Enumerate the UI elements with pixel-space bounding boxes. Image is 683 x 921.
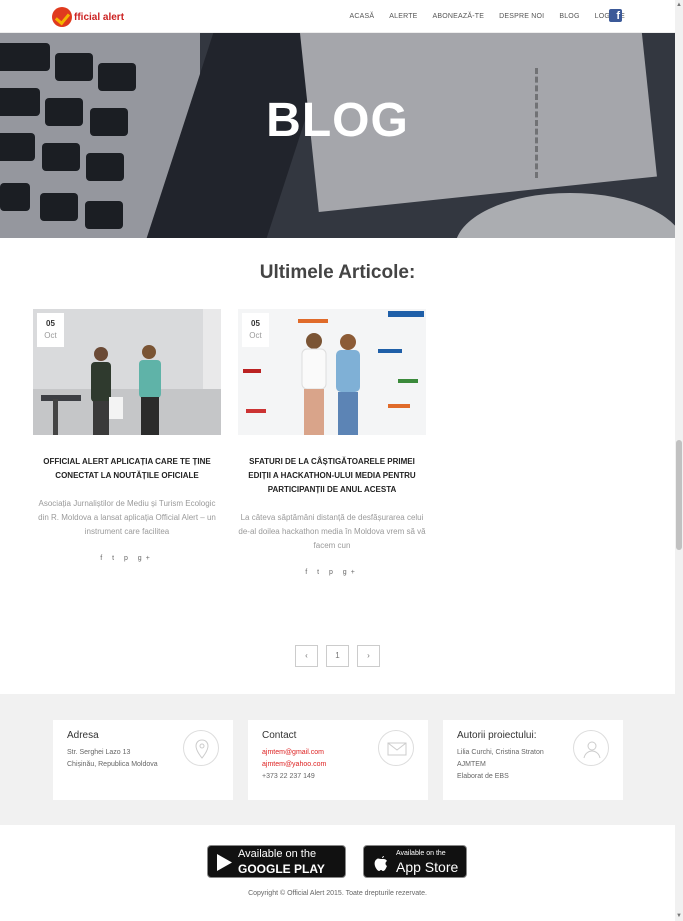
site-header: fficial alert ACASĂ ALERTE ABONEAZĂ-TE D…	[0, 0, 675, 33]
envelope-icon	[378, 730, 414, 766]
facebook-icon[interactable]: f	[609, 9, 622, 22]
share-icons[interactable]: f t p g+	[33, 555, 221, 562]
main-nav: ACASĂ ALERTE ABONEAZĂ-TE DESPRE NOI BLOG…	[335, 0, 626, 33]
logo-mark-icon	[52, 7, 72, 27]
google-play-small-text: Available on the	[238, 848, 317, 860]
app-store-badge[interactable]: Available on the App Store	[363, 845, 467, 878]
article-excerpt: Asociația Jurnaliștilor de Mediu și Turi…	[38, 499, 216, 536]
nav-alerte[interactable]: ALERTE	[389, 13, 417, 20]
google-play-badge[interactable]: Available on the GOOGLE PLAY	[207, 845, 346, 878]
pagination-prev-button[interactable]: ‹	[295, 645, 318, 667]
user-icon	[573, 730, 609, 766]
footer-info: Adresa Str. Serghei Lazo 13 Chișinău, Re…	[0, 694, 675, 825]
copyright-text: Copyright © Official Alert 2015. Toate d…	[248, 890, 427, 897]
hero-banner: BLOG	[0, 33, 675, 238]
section-title: Ultimele Articole:	[259, 262, 416, 283]
page: fficial alert ACASĂ ALERTE ABONEAZĂ-TE D…	[0, 0, 675, 921]
google-play-big-text: GOOGLE PLAY	[238, 862, 325, 876]
article-title[interactable]: OFFICIAL ALERT APLICAȚIA CARE TE ȚINE CO…	[33, 455, 221, 483]
pagination-next-button[interactable]: ›	[357, 645, 380, 667]
article-title[interactable]: SFATURI DE LA CÂȘTIGĂTOARELE PRIMEI EDIȚ…	[238, 455, 426, 497]
date-day: 05	[251, 319, 260, 328]
date-month: Oct	[44, 331, 57, 340]
date-month: Oct	[249, 331, 262, 340]
app-store-small-text: Available on the	[396, 850, 446, 857]
phone-number: +373 22 237 149	[262, 773, 315, 780]
article-card: 05 Oct SFATURI DE LA CÂȘTIGĂTOARELE PRIM…	[238, 309, 426, 576]
scroll-up-arrow-icon[interactable]: ▲	[676, 2, 682, 8]
date-badge: 05 Oct	[37, 313, 64, 347]
logo-text: fficial alert	[74, 11, 125, 23]
authors-box: Autorii proiectului: Lilia Curchi, Crist…	[443, 720, 623, 800]
authors-line: Elaborat de EBS	[457, 773, 509, 780]
pagination-page-1[interactable]: 1	[326, 645, 349, 667]
location-pin-icon	[183, 730, 219, 766]
article-excerpt: La câteva săptămâni distanță de desfășur…	[238, 513, 426, 550]
apple-icon	[374, 856, 387, 871]
nav-blog[interactable]: BLOG	[559, 13, 579, 20]
article-image[interactable]: 05 Oct	[238, 309, 426, 435]
date-day: 05	[46, 319, 55, 328]
article-card: 05 Oct OFFICIAL ALERT APLICAȚIA CARE TE …	[33, 309, 221, 562]
address-box: Adresa Str. Serghei Lazo 13 Chișinău, Re…	[53, 720, 233, 800]
share-icons[interactable]: f t p g+	[238, 569, 426, 576]
google-play-icon	[217, 854, 232, 871]
page-scrollbar[interactable]: ▲ ▼	[675, 0, 683, 921]
hero-title: BLOG	[266, 94, 409, 147]
date-badge: 05 Oct	[242, 313, 269, 347]
contact-box: Contact ajmtem@gmail.com ajmtem@yahoo.co…	[248, 720, 428, 800]
app-store-big-text: App Store	[396, 859, 459, 875]
nav-despre-noi[interactable]: DESPRE NOI	[499, 13, 544, 20]
scrollbar-thumb[interactable]	[676, 440, 682, 550]
article-image[interactable]: 05 Oct	[33, 309, 221, 435]
site-logo[interactable]: fficial alert	[52, 6, 124, 28]
nav-acasa[interactable]: ACASĂ	[350, 13, 375, 20]
nav-aboneaza-te[interactable]: ABONEAZĂ-TE	[433, 13, 485, 20]
scroll-down-arrow-icon[interactable]: ▼	[676, 913, 682, 919]
footer-bottom: Available on the GOOGLE PLAY Available o…	[0, 825, 675, 921]
